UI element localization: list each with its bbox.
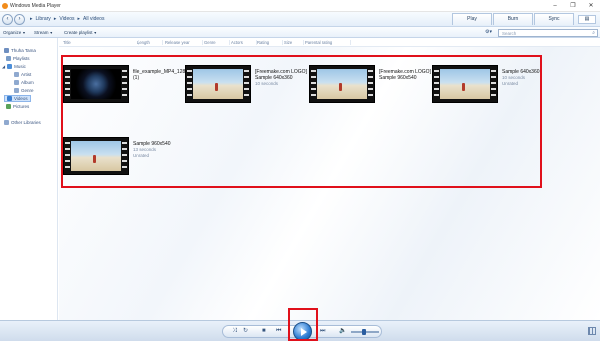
- column-genre[interactable]: Genre: [204, 40, 230, 45]
- organize-menu[interactable]: Organize▼: [3, 30, 26, 35]
- sidebar-item-playlists[interactable]: Playlists: [6, 56, 30, 61]
- shuffle-icon[interactable]: ⤨: [232, 327, 237, 335]
- column-actors[interactable]: Actors: [231, 40, 257, 45]
- breadcrumb-library[interactable]: Library: [36, 16, 51, 22]
- user-icon: [4, 48, 9, 53]
- forward-button[interactable]: ›: [14, 14, 25, 25]
- maximize-button[interactable]: ❐: [564, 0, 582, 12]
- sidebar-item-videos[interactable]: Videos: [4, 95, 31, 102]
- switch-to-now-playing-icon[interactable]: [588, 327, 596, 335]
- video-icon: [7, 96, 12, 101]
- wmp-logo-icon: [2, 3, 8, 9]
- title-bar: Windows Media Player – ❐ ✕: [0, 0, 600, 12]
- album-icon: [14, 80, 19, 85]
- gallery-highlight-annotation: [61, 55, 542, 188]
- breadcrumb-arrow-icon: ▸: [30, 16, 33, 22]
- sidebar-item-music[interactable]: ◢ Music: [2, 64, 26, 69]
- tab-burn[interactable]: Burn: [493, 13, 533, 25]
- search-placeholder: Search: [502, 31, 517, 36]
- next-icon[interactable]: ⏭: [320, 327, 325, 335]
- genre-icon: [14, 88, 19, 93]
- tab-play[interactable]: Play: [452, 13, 492, 25]
- navigation-bar: ‹ › ▸ Library ▸ Videos ▸ All videos Play…: [0, 12, 600, 27]
- stop-icon[interactable]: ■: [262, 327, 266, 335]
- sidebar-item-other-libraries[interactable]: Other Libraries: [4, 120, 41, 125]
- playlist-icon: [6, 56, 11, 61]
- breadcrumb-arrow-icon: ▸: [77, 16, 81, 22]
- search-input[interactable]: Search ⌕: [498, 29, 598, 37]
- window-title: Windows Media Player: [10, 3, 61, 9]
- switch-view-button[interactable]: ▤: [578, 15, 596, 24]
- music-icon: [7, 64, 13, 69]
- sidebar-item-genre[interactable]: Genre: [14, 88, 34, 93]
- column-title[interactable]: Title: [63, 40, 139, 45]
- artist-icon: [14, 72, 19, 77]
- window-controls: – ❐ ✕: [546, 0, 600, 12]
- breadcrumb-all-videos[interactable]: All videos: [83, 16, 104, 22]
- column-release-year[interactable]: Release year: [165, 40, 203, 45]
- close-button[interactable]: ✕: [582, 0, 600, 12]
- view-options-icon[interactable]: ⚙▾: [485, 29, 492, 35]
- chevron-down-icon: ▼: [49, 31, 53, 35]
- minimize-button[interactable]: –: [546, 0, 564, 12]
- column-rating[interactable]: Rating: [257, 40, 283, 45]
- column-parental-rating[interactable]: Parental rating: [305, 40, 351, 45]
- back-button[interactable]: ‹: [2, 14, 13, 25]
- create-playlist-menu[interactable]: Create playlist▼: [64, 30, 97, 35]
- column-headers: Title Length Release year Genre Actors R…: [59, 38, 600, 47]
- expand-icon: ◢: [2, 64, 6, 69]
- mute-icon[interactable]: 🔈: [339, 327, 346, 335]
- breadcrumb-arrow-icon: ▸: [53, 16, 57, 22]
- sidebar-item-album[interactable]: Album: [14, 80, 34, 85]
- column-length[interactable]: Length: [137, 40, 163, 45]
- breadcrumb: ▸ Library ▸ Videos ▸ All videos: [30, 16, 104, 22]
- stream-menu[interactable]: Stream▼: [34, 30, 53, 35]
- repeat-icon[interactable]: ↻: [243, 327, 248, 335]
- search-icon[interactable]: ⌕: [592, 30, 595, 36]
- column-size[interactable]: Size: [284, 40, 304, 45]
- libraries-icon: [4, 120, 9, 125]
- tab-sync[interactable]: Sync: [534, 13, 574, 25]
- sidebar-item-pictures[interactable]: Pictures: [6, 104, 29, 109]
- chevron-down-icon: ▼: [22, 31, 26, 35]
- toolbar: Organize▼ Stream▼ Create playlist▼ ⚙▾ Se…: [0, 27, 600, 38]
- sidebar-item-artist[interactable]: Artist: [14, 72, 31, 77]
- picture-icon: [6, 104, 11, 109]
- tab-strip: Play Burn Sync: [452, 13, 574, 25]
- library-sidebar: Thuha Tama Playlists ◢ Music Artist Album…: [0, 38, 58, 320]
- breadcrumb-videos[interactable]: Videos: [59, 16, 74, 22]
- previous-icon[interactable]: ⏮: [276, 327, 281, 335]
- sidebar-item-user[interactable]: Thuha Tama: [4, 48, 36, 53]
- chevron-down-icon: ▼: [93, 31, 97, 35]
- play-button-highlight-annotation: [288, 308, 318, 341]
- volume-slider-handle[interactable]: [362, 329, 366, 335]
